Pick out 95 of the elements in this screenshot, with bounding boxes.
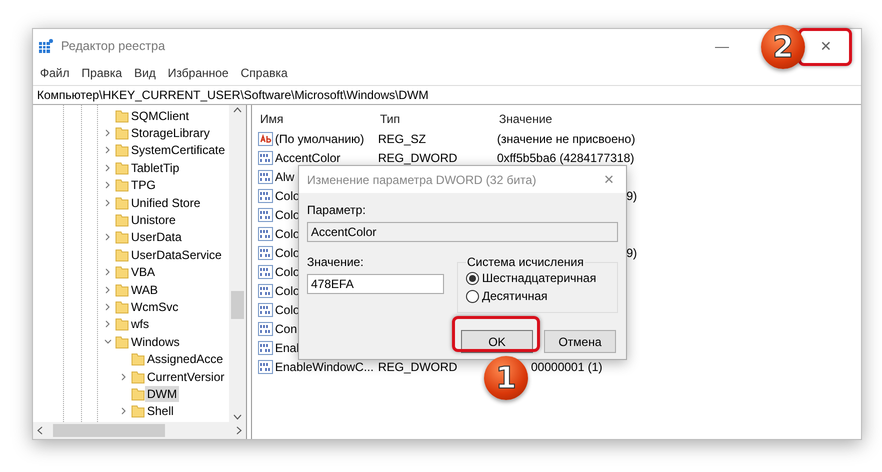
binary-value-icon [258,322,273,336]
binary-value-icon [258,360,273,374]
cancel-button[interactable]: Отмена [544,330,616,353]
scroll-right-icon[interactable] [236,426,242,435]
tree-item[interactable]: TPG [129,177,158,194]
value-field[interactable]: 478EFA [307,274,444,294]
menu-item[interactable]: Справка [236,66,293,80]
tree-item[interactable]: SQMClient [129,108,192,124]
menu-item[interactable]: Файл [35,66,75,80]
scroll-down-icon[interactable] [233,414,242,420]
value-name: Enal [275,340,300,354]
tree-item[interactable]: UserDataService [129,246,224,263]
tree-item[interactable]: WcmSvc [129,298,180,315]
string-value-icon [258,132,273,146]
folder-icon [115,143,129,158]
window-title: Редактор реестра [61,39,166,53]
scroll-up-icon[interactable] [233,107,242,113]
binary-value-icon [258,150,273,164]
scrollbar-thumb[interactable] [53,424,165,437]
tree-item[interactable]: StorageLibrary [129,125,212,142]
tree-item[interactable]: Windows [129,334,182,350]
registry-icon [39,39,53,53]
folder-icon [115,300,129,314]
binary-value-icon [258,302,273,316]
tree-item[interactable]: CurrentVersior [145,368,226,385]
binary-value-icon [258,246,273,260]
dialog-close-button[interactable]: ✕ [592,171,626,188]
binary-value-icon [258,170,273,184]
value-type: REG_SZ [378,132,426,146]
binary-value-icon [258,284,273,298]
value-name: EnableWindowC... [275,360,374,374]
value-name: (По умолчанию) [275,132,364,146]
folder-icon [131,404,145,418]
value-data: 00000001 (1) [531,360,602,374]
value-data: (значение не присвоено) [497,132,636,146]
menu-item[interactable]: Избранное [162,66,234,80]
binary-value-icon [258,226,273,240]
folder-icon [115,126,129,140]
folder-icon [115,248,129,262]
value-data: 9) [625,246,637,260]
column-header[interactable]: Имя [258,109,378,129]
folder-icon [115,108,129,123]
value-name: AccentColor [275,150,340,164]
folder-icon [131,352,145,366]
close-button[interactable]: ✕ [811,31,841,61]
folder-icon [131,370,145,384]
folder-icon [115,213,129,228]
tree-item[interactable]: Unified Store [129,194,202,211]
vertical-scrollbar[interactable] [229,105,246,422]
tree-item[interactable]: AssignedAcce [145,351,226,368]
value-type: REG_DWORD [378,150,458,164]
radio-label[interactable]: Десятичная [482,289,548,303]
binary-value-icon [258,340,273,354]
folder-icon [115,178,129,192]
value-label: Значение: [307,255,365,269]
tree-item[interactable]: WAB [129,282,160,298]
value-data: 9) [625,188,637,202]
tree-item[interactable]: SystemCertificate [129,142,228,158]
dialog-title: Изменение параметра DWORD (32 бита) [307,172,536,186]
tree-item[interactable]: TabletTip [129,160,182,176]
address-bar[interactable]: Компьютер\HKEY_CURRENT_USER\Software\Microsoft\Windows\DWM [33,85,861,105]
tree-item[interactable]: Unistore [129,212,178,228]
tree-item[interactable]: VBA [129,264,158,280]
scrollbar-thumb[interactable] [231,291,244,319]
column-header[interactable]: Тип [378,109,497,129]
folder-icon [115,196,129,210]
horizontal-scrollbar[interactable] [33,422,246,439]
tree-item[interactable]: DWM [145,386,179,402]
group-title: Система исчисления [466,255,585,269]
scroll-left-icon[interactable] [37,426,43,435]
binary-value-icon [258,208,273,222]
folder-icon [115,282,129,297]
folder-icon [115,334,129,349]
tree-item[interactable]: wfs [129,316,151,332]
parameter-field[interactable]: AccentColor [307,222,618,242]
menu-item[interactable]: Правка [76,66,128,80]
tree-item[interactable]: UserData [129,229,184,246]
minimize-button[interactable]: — [707,31,737,61]
folder-icon [115,265,129,280]
value-name: Con [275,322,298,336]
radio-button[interactable] [466,290,479,302]
value-name: Alw [275,170,294,184]
radio-label[interactable]: Шестнадцатеричная [482,271,596,285]
value-data: 0xff5b5ba6 (4284177318) [497,150,634,164]
folder-icon [115,230,129,244]
menu-item[interactable]: Вид [129,66,161,80]
folder-icon [115,317,129,332]
folder-icon [115,160,129,175]
radio-button[interactable] [466,272,479,284]
column-header[interactable]: Значение [497,109,861,129]
tree-item[interactable]: Shell [145,403,176,420]
value-type: REG_DWORD [378,360,458,374]
binary-value-icon [258,264,273,278]
binary-value-icon [258,188,273,202]
parameter-label: Параметр: [307,203,367,217]
